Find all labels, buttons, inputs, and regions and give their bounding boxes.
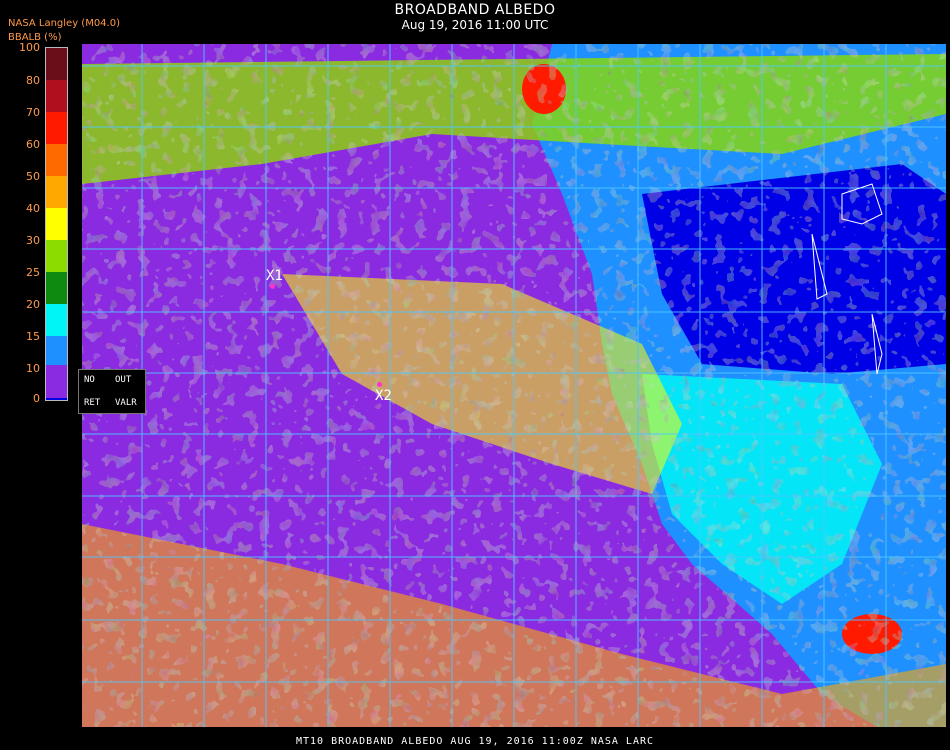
colorbar-tick-10: 10	[26, 362, 40, 375]
colorbar-tick-100: 100	[19, 41, 40, 54]
marker-x1-label: X1	[266, 268, 283, 284]
colorbar-segment-40-50	[46, 208, 67, 240]
no-retrieval-legend: NO OUT RET VALR	[78, 369, 146, 414]
colorbar-tick-25: 25	[26, 266, 40, 279]
colorbar-segment-25-30	[46, 272, 67, 304]
colorbar-segment-70-80	[46, 112, 67, 144]
colorbar-segment-50-60	[46, 176, 67, 208]
colorbar-segment-60-70	[46, 144, 67, 176]
legend-ret: RET	[84, 398, 101, 408]
albedo-map-image	[82, 44, 946, 727]
albedo-map[interactable]	[82, 44, 946, 727]
legend-no: NO	[84, 375, 95, 385]
legend-valr: VALR	[115, 398, 137, 408]
marker-x1-dot	[270, 284, 275, 289]
colorbar-tick-40: 40	[26, 202, 40, 215]
colorbar-tick-80: 80	[26, 74, 40, 87]
colorbar-segment-0-10	[46, 365, 67, 398]
colorbar-tick-70: 70	[26, 106, 40, 119]
colorbar-tick-20: 20	[26, 298, 40, 311]
colorbar	[45, 47, 68, 401]
page-title: BROADBAND ALBEDO	[394, 2, 556, 18]
colorbar-tick-60: 60	[26, 138, 40, 151]
colorbar-segment-90-100	[46, 48, 67, 80]
marker-x2-dot	[377, 382, 382, 387]
footer-caption: MT10 BROADBAND ALBEDO AUG 19, 2016 11:00…	[295, 736, 655, 747]
colorbar-segment-20-25	[46, 304, 67, 336]
colorbar-tick-0: 0	[33, 392, 40, 405]
colorbar-tick-50: 50	[26, 170, 40, 183]
timestamp: Aug 19, 2016 11:00 UTC	[401, 18, 549, 32]
colorbar-segment-80-90	[46, 80, 67, 112]
legend-out: OUT	[115, 375, 132, 385]
colorbar-segment-15-20	[46, 336, 67, 368]
colorbar-segment-30-40	[46, 240, 67, 272]
source-label: NASA Langley (M04.0)	[8, 18, 120, 29]
marker-x2-label: X2	[375, 388, 392, 404]
colorbar-tick-30: 30	[26, 234, 40, 247]
colorbar-tick-15: 15	[26, 330, 40, 343]
